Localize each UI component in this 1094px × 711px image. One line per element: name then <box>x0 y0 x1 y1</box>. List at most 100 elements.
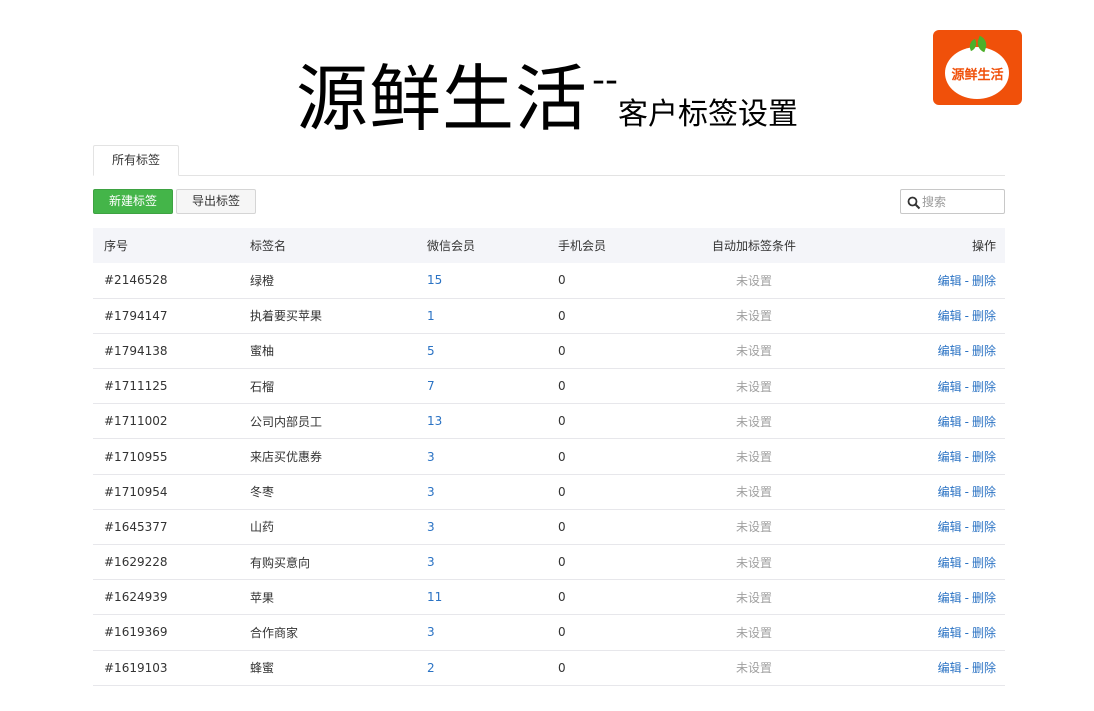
wechat-members-cell[interactable]: 1 <box>427 298 558 333</box>
edit-link[interactable]: 编辑 <box>938 485 962 499</box>
tag-id-cell: #1710955 <box>104 449 168 464</box>
edit-link[interactable]: 编辑 <box>938 520 962 534</box>
mobile-members-cell: 0 <box>558 343 566 358</box>
tag-name-cell: 绿橙 <box>250 273 275 288</box>
wechat-members-cell[interactable]: 2 <box>427 650 558 685</box>
edit-link[interactable]: 编辑 <box>938 626 962 640</box>
tag-id-cell: #2146528 <box>104 273 168 288</box>
edit-link[interactable]: 编辑 <box>938 309 962 323</box>
tag-id-cell: #1629228 <box>104 555 168 570</box>
actions-cell: 编辑 - 删除 <box>819 545 1005 580</box>
wechat-members-cell[interactable]: 13 <box>427 404 558 439</box>
tag-name-cell: 来店买优惠券 <box>250 450 323 465</box>
edit-link[interactable]: 编辑 <box>938 661 962 675</box>
auto-condition-cell: 未设置 <box>735 555 772 570</box>
auto-condition-cell: 未设置 <box>735 450 772 465</box>
delete-link[interactable]: 删除 <box>972 415 996 429</box>
delete-link[interactable]: 删除 <box>972 274 996 288</box>
edit-link[interactable]: 编辑 <box>938 274 962 288</box>
auto-condition-cell: 未设置 <box>735 309 772 324</box>
title-subtitle: 客户标签设置 <box>618 97 798 132</box>
tag-name-cell: 蜂蜜 <box>250 661 275 676</box>
delete-link[interactable]: 删除 <box>972 591 996 605</box>
edit-link[interactable]: 编辑 <box>938 344 962 358</box>
delete-link[interactable]: 删除 <box>972 556 996 570</box>
delete-link[interactable]: 删除 <box>972 485 996 499</box>
action-separator: - <box>964 273 969 288</box>
edit-link[interactable]: 编辑 <box>938 415 962 429</box>
tag-id-cell: #1711002 <box>104 414 168 429</box>
wechat-members-cell[interactable]: 11 <box>427 580 558 615</box>
export-tags-button[interactable]: 导出标签 <box>176 189 256 214</box>
table-row: #2146528 绿橙 15 0 未设置 编辑 - 删除 <box>93 263 1005 299</box>
action-separator: - <box>964 309 969 324</box>
new-tag-button[interactable]: 新建标签 <box>93 189 173 214</box>
orange-logo-icon: 源鲜生活 <box>933 30 1022 105</box>
edit-link[interactable]: 编辑 <box>938 556 962 570</box>
action-separator: - <box>964 520 969 535</box>
delete-link[interactable]: 删除 <box>972 380 996 394</box>
delete-link[interactable]: 删除 <box>972 344 996 358</box>
tag-name-cell: 公司内部员工 <box>250 414 323 429</box>
wechat-members-cell[interactable]: 3 <box>427 439 558 474</box>
wechat-members-cell[interactable]: 3 <box>427 509 558 544</box>
actions-cell: 编辑 - 删除 <box>819 404 1005 439</box>
column-header-condition: 自动加标签条件 <box>711 239 796 253</box>
mobile-members-cell: 0 <box>558 308 566 323</box>
action-separator: - <box>964 414 969 429</box>
action-separator: - <box>964 661 969 676</box>
delete-link[interactable]: 删除 <box>972 661 996 675</box>
logo-text: 源鲜生活 <box>951 68 1004 83</box>
wechat-members-cell[interactable]: 15 <box>427 263 558 298</box>
tag-name-cell: 蜜柚 <box>250 344 275 359</box>
tag-name-cell: 合作商家 <box>250 625 299 640</box>
delete-link[interactable]: 删除 <box>972 450 996 464</box>
tag-id-cell: #1794138 <box>104 343 168 358</box>
tag-name-cell: 石榴 <box>250 379 275 394</box>
actions-cell: 编辑 - 删除 <box>819 333 1005 368</box>
tag-id-cell: #1794147 <box>104 308 168 323</box>
action-separator: - <box>964 590 969 605</box>
mobile-members-cell: 0 <box>558 555 566 570</box>
tag-id-cell: #1624939 <box>104 590 168 605</box>
actions-cell: 编辑 - 删除 <box>819 615 1005 650</box>
column-header-name: 标签名 <box>250 239 287 253</box>
edit-link[interactable]: 编辑 <box>938 380 962 394</box>
mobile-members-cell: 0 <box>558 590 566 605</box>
actions-cell: 编辑 - 删除 <box>819 474 1005 509</box>
actions-cell: 编辑 - 删除 <box>819 509 1005 544</box>
wechat-members-cell[interactable]: 3 <box>427 615 558 650</box>
table-row: #1794138 蜜柚 5 0 未设置 编辑 - 删除 <box>93 333 1005 369</box>
wechat-members-cell[interactable]: 7 <box>427 369 558 404</box>
delete-link[interactable]: 删除 <box>972 520 996 534</box>
tab-all-tags[interactable]: 所有标签 <box>93 145 179 176</box>
delete-link[interactable]: 删除 <box>972 309 996 323</box>
tag-name-cell: 执着要买苹果 <box>250 309 323 324</box>
actions-cell: 编辑 - 删除 <box>819 439 1005 474</box>
tag-id-cell: #1711125 <box>104 379 168 394</box>
column-header-mobile: 手机会员 <box>558 239 607 253</box>
action-separator: - <box>964 485 969 500</box>
delete-link[interactable]: 删除 <box>972 626 996 640</box>
tags-table: 序号 标签名 微信会员 手机会员 自动加标签条件 操作 #2146528 绿橙 15… <box>93 228 1005 686</box>
auto-condition-cell: 未设置 <box>735 590 772 605</box>
mobile-members-cell: 0 <box>558 484 566 499</box>
actions-cell: 编辑 - 删除 <box>819 580 1005 615</box>
tag-id-cell: #1645377 <box>104 519 168 534</box>
actions-cell: 编辑 - 删除 <box>819 650 1005 685</box>
search-input[interactable] <box>922 192 1002 211</box>
edit-link[interactable]: 编辑 <box>938 450 962 464</box>
search-box[interactable] <box>900 189 1005 214</box>
wechat-members-cell[interactable]: 5 <box>427 333 558 368</box>
actions-cell: 编辑 - 删除 <box>819 263 1005 298</box>
wechat-members-cell[interactable]: 3 <box>427 474 558 509</box>
table-row: #1619103 蜂蜜 2 0 未设置 编辑 - 删除 <box>93 650 1005 686</box>
action-separator: - <box>964 625 969 640</box>
wechat-members-cell[interactable]: 3 <box>427 545 558 580</box>
search-icon <box>907 196 921 210</box>
mobile-members-cell: 0 <box>558 379 566 394</box>
edit-link[interactable]: 编辑 <box>938 591 962 605</box>
auto-condition-cell: 未设置 <box>735 414 772 429</box>
mobile-members-cell: 0 <box>558 625 566 640</box>
mobile-members-cell: 0 <box>558 273 566 288</box>
